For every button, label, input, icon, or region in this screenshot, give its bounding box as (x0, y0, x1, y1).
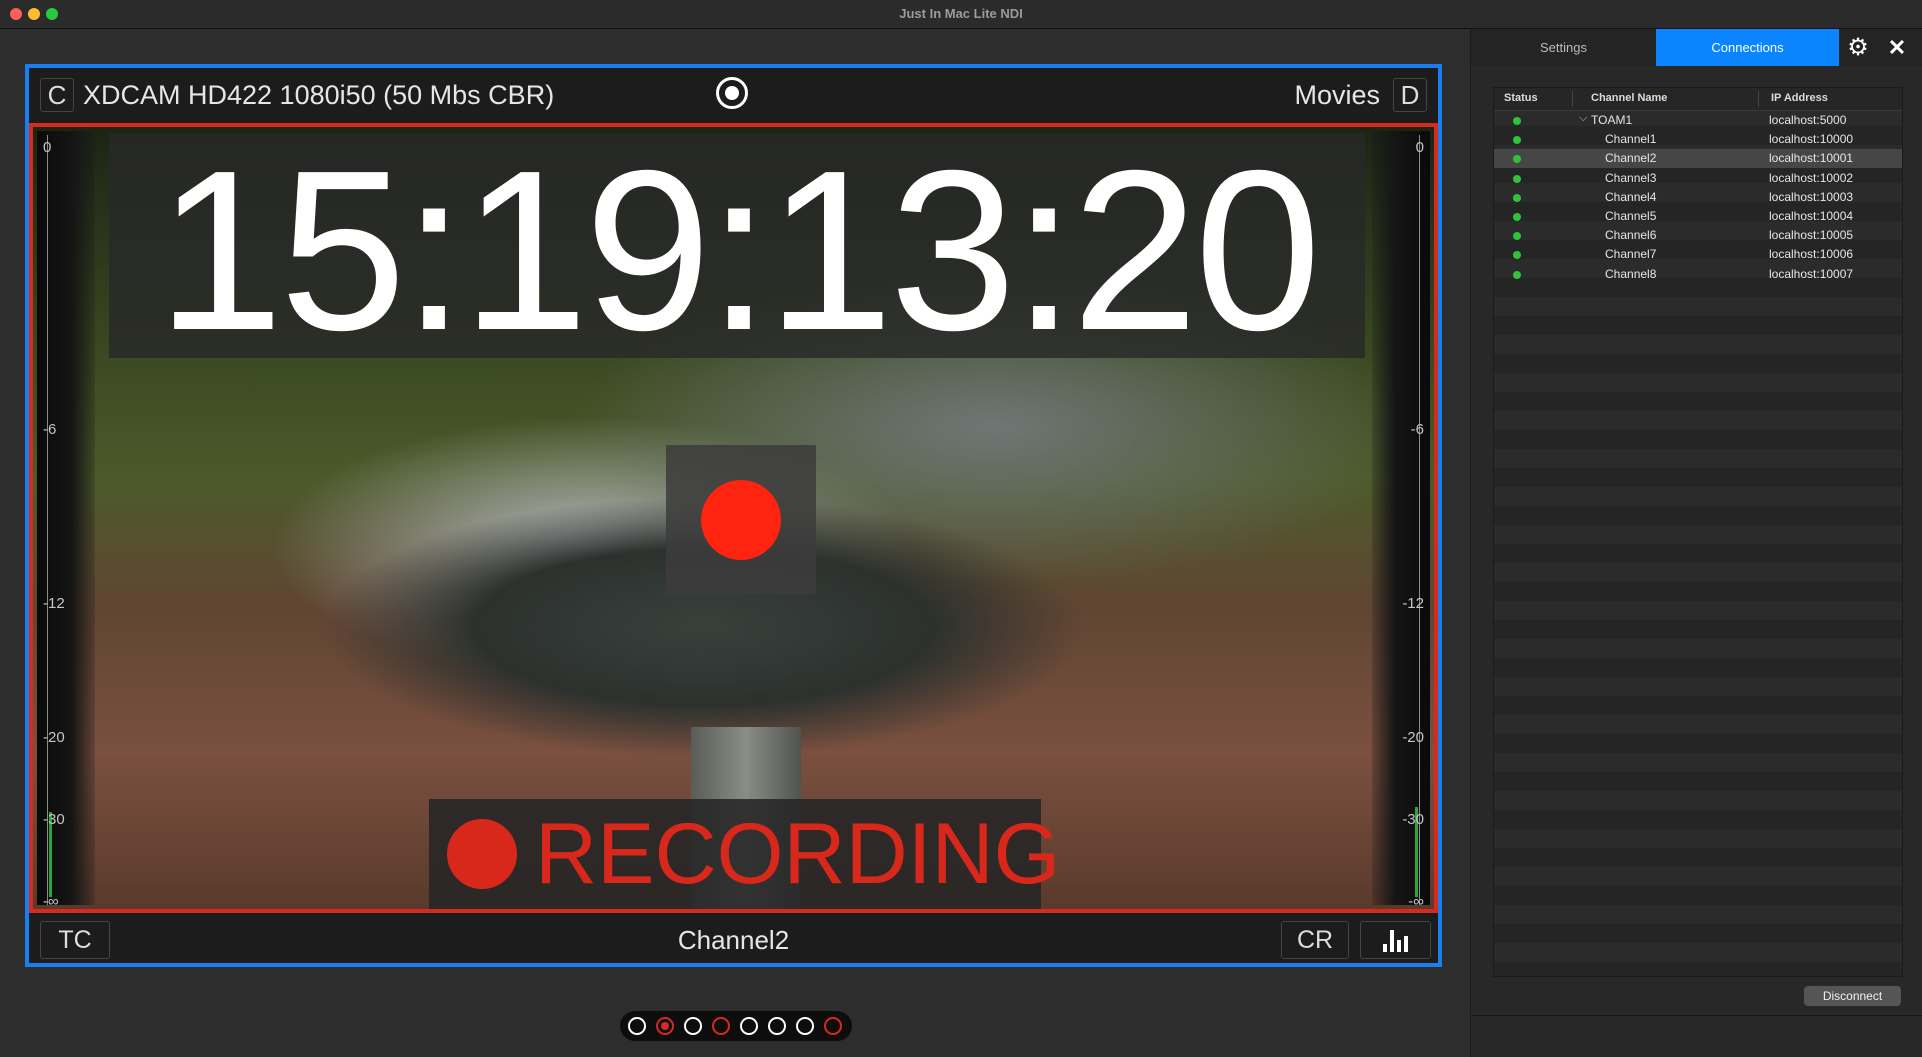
viewer-top-bar: C XDCAM HD422 1080i50 (50 Mbs CBR) Movie… (29, 68, 1438, 123)
ip-address-cell: localhost:5000 (1769, 113, 1847, 127)
c-button[interactable]: C (40, 78, 74, 112)
tab-connections[interactable]: Connections (1656, 29, 1839, 66)
table-row[interactable]: Channel8 localhost:10007 (1494, 265, 1902, 284)
channel-pager (620, 1011, 852, 1041)
meter-tick: -6 (1410, 421, 1424, 438)
recording-dot-icon (447, 819, 517, 889)
channel-name-cell: Channel4 (1605, 189, 1657, 204)
status-dot-icon (1513, 270, 1521, 279)
recording-banner: RECORDING (429, 799, 1061, 909)
column-status[interactable]: Status (1504, 92, 1538, 104)
meter-tick: 0 (1415, 139, 1424, 156)
pager-dot[interactable] (796, 1017, 814, 1035)
table-row[interactable]: Channel2 localhost:10001 (1494, 149, 1902, 169)
ip-address-cell: localhost:10000 (1769, 132, 1854, 147)
meter-tick: -∞ (43, 893, 59, 910)
status-dot-icon (1513, 174, 1521, 183)
meter-tick: -12 (43, 595, 65, 612)
connections-sidebar: Settings Connections ⚙ ✕ Status Channel … (1470, 29, 1922, 1057)
channel-name-cell: Channel8 (1605, 266, 1657, 281)
ip-address-cell: localhost:10006 (1769, 247, 1854, 262)
disconnect-button[interactable]: Disconnect (1804, 986, 1901, 1006)
pager-dot[interactable] (656, 1017, 674, 1035)
ip-address-cell: localhost:10007 (1769, 266, 1854, 281)
ip-address-cell: localhost:10001 (1769, 151, 1854, 166)
record-button[interactable] (666, 445, 816, 595)
table-row[interactable]: Channel7 localhost:10006 (1494, 245, 1902, 264)
table-row[interactable]: Channel4 localhost:10003 (1494, 188, 1902, 207)
pager-dot[interactable] (712, 1017, 730, 1035)
recording-frame: 0 -6 -12 -20 -30 -∞ 0 -6 -12 -20 -30 -∞ 15:19:13:2… (29, 123, 1438, 913)
recording-label: RECORDING (535, 806, 1061, 902)
pager-dot[interactable] (768, 1017, 786, 1035)
gear-icon[interactable]: ⚙ (1844, 34, 1872, 62)
table-row[interactable]: ⌵ TOAM1 localhost:5000 (1494, 111, 1902, 130)
tab-settings[interactable]: Settings (1471, 29, 1656, 66)
chevron-down-icon[interactable]: ⌵ (1579, 112, 1587, 125)
channel-name-cell: Channel1 (1605, 132, 1657, 147)
meter-tick: -30 (43, 811, 65, 828)
table-row[interactable]: Channel3 localhost:10002 (1494, 169, 1902, 188)
close-icon[interactable]: ✕ (1883, 34, 1911, 62)
table-header: Status Channel Name IP Address (1494, 88, 1902, 111)
ip-address-cell: localhost:10002 (1769, 170, 1854, 185)
audio-meter-button[interactable] (1360, 921, 1431, 959)
channel-name-cell: Channel2 (1605, 151, 1657, 166)
channel-name-label: Channel2 (677, 925, 790, 955)
timecode-overlay: 15:19:13:20 (109, 127, 1365, 378)
meter-tick: -12 (1402, 595, 1424, 612)
destination-label: Movies (1294, 80, 1380, 110)
viewer-bottom-bar: TC Channel2 CR (29, 913, 1438, 963)
meter-tick: 0 (43, 139, 52, 156)
channel-frame: C XDCAM HD422 1080i50 (50 Mbs CBR) Movie… (25, 64, 1442, 967)
status-dot-icon (1513, 251, 1521, 260)
table-row[interactable]: Channel6 localhost:10005 (1494, 226, 1902, 245)
window-title: Just In Mac Lite NDI (899, 6, 1023, 21)
column-channel-name[interactable]: Channel Name (1591, 92, 1667, 104)
record-toggle-icon[interactable] (716, 77, 748, 109)
status-dot-icon (1513, 155, 1521, 164)
meter-tick: -30 (1402, 811, 1424, 828)
table-row[interactable]: Channel5 localhost:10004 (1494, 207, 1902, 226)
meter-tick: -20 (1402, 729, 1424, 746)
timecode-display: 15:19:13:20 (156, 124, 1321, 378)
channel-name-cell: TOAM1 (1591, 113, 1633, 127)
title-bar: Just In Mac Lite NDI (0, 0, 1922, 29)
audio-meter-right: 0 -6 -12 -20 -30 -∞ (1372, 131, 1430, 909)
status-dot-icon (1513, 232, 1521, 241)
pager-dot[interactable] (628, 1017, 646, 1035)
status-dot-icon (1513, 117, 1521, 125)
meter-tick: -20 (43, 729, 65, 746)
status-dot-icon (1513, 213, 1521, 221)
status-dot-icon (1513, 136, 1521, 145)
pager-dot[interactable] (684, 1017, 702, 1035)
d-button[interactable]: D (1393, 78, 1427, 112)
audio-meter-left: 0 -6 -12 -20 -30 -∞ (37, 131, 95, 909)
meter-tick: -∞ (1408, 893, 1424, 910)
channel-name-cell: Channel5 (1605, 209, 1657, 223)
pager-dot[interactable] (740, 1017, 758, 1035)
bar-chart-icon (1383, 930, 1413, 952)
channel-name-cell: Channel6 (1605, 228, 1657, 243)
status-dot-icon (1513, 193, 1521, 202)
pager-dot[interactable] (824, 1017, 842, 1035)
sidebar-tabs: Settings Connections ⚙ ✕ (1471, 29, 1922, 66)
meter-tick: -6 (43, 421, 57, 438)
channel-name-cell: Channel3 (1605, 170, 1657, 185)
format-label: XDCAM HD422 1080i50 (50 Mbs CBR) (83, 80, 555, 110)
viewer-area: C XDCAM HD422 1080i50 (50 Mbs CBR) Movie… (0, 29, 1470, 1057)
ip-address-cell: localhost:10004 (1769, 209, 1854, 223)
connections-table: Status Channel Name IP Address ⌵ TOAM1 loc… (1493, 87, 1903, 977)
channel-name-cell: Channel7 (1605, 247, 1657, 262)
ip-address-cell: localhost:10003 (1769, 189, 1854, 204)
column-ip-address[interactable]: IP Address (1771, 92, 1828, 104)
cr-button[interactable]: CR (1281, 921, 1349, 959)
ip-address-cell: localhost:10005 (1769, 228, 1854, 243)
table-row[interactable]: Channel1 localhost:10000 (1494, 130, 1902, 149)
